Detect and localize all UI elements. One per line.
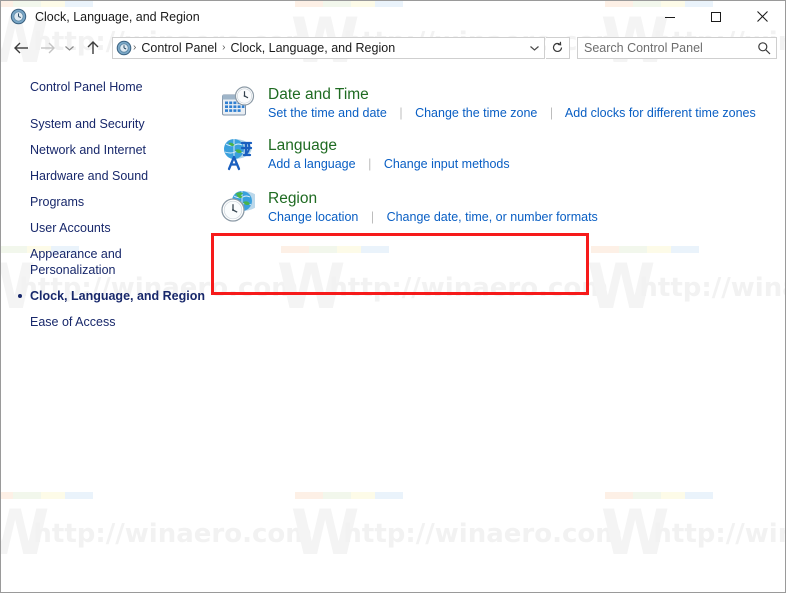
- maximize-button[interactable]: [693, 1, 739, 32]
- clock-globe-icon: [10, 8, 27, 25]
- back-button[interactable]: [8, 35, 34, 61]
- link-divider: |: [370, 210, 375, 224]
- refresh-button[interactable]: [546, 36, 570, 59]
- section-links: Set the time and date | Change the time …: [268, 105, 756, 122]
- section-body: Language Add a language | Change input m…: [268, 134, 510, 173]
- up-one-level-button[interactable]: [80, 35, 106, 61]
- up-arrow-icon: [87, 40, 99, 54]
- section-language: Language Add a language | Change input m…: [213, 134, 785, 173]
- sidebar-item-clock-language-and-region[interactable]: Clock, Language, and Region: [1, 288, 206, 304]
- close-button[interactable]: [739, 1, 785, 32]
- globe-language-icon: [224, 139, 253, 171]
- content-area: Control Panel Home System and Security N…: [1, 63, 785, 592]
- window-title: Clock, Language, and Region: [35, 9, 200, 24]
- sidebar-item-label: Appearance and Personalization: [30, 247, 122, 277]
- sidebar-item-appearance-and-personalization[interactable]: Appearance and Personalization: [1, 246, 180, 278]
- link-add-clocks-for-different-time-zones[interactable]: Add clocks for different time zones: [565, 106, 756, 120]
- section-links: Change location | Change date, time, or …: [268, 209, 598, 226]
- recent-locations-button[interactable]: [60, 35, 78, 61]
- link-change-the-time-zone[interactable]: Change the time zone: [415, 106, 537, 120]
- calendar-clock-icon: [222, 86, 255, 116]
- sidebar-item-label: User Accounts: [30, 221, 111, 235]
- chevron-down-icon: [64, 45, 74, 51]
- sidebar-item-system-and-security[interactable]: System and Security: [1, 116, 206, 132]
- section-title-language[interactable]: Language: [268, 136, 337, 155]
- sidebar-item-label[interactable]: Control Panel Home: [1, 79, 206, 95]
- refresh-icon: [552, 41, 563, 53]
- navigation-bar: › Control Panel › Clock, Language, and R…: [1, 32, 785, 63]
- address-dropdown-button[interactable]: [524, 38, 544, 58]
- sidebar-item-label: Clock, Language, and Region: [30, 289, 206, 303]
- link-add-a-language[interactable]: Add a language: [268, 157, 356, 171]
- link-change-location[interactable]: Change location: [268, 210, 358, 224]
- link-set-the-time-and-date[interactable]: Set the time and date: [268, 106, 387, 120]
- clock-globe-icon: [116, 40, 132, 55]
- sidebar-item-label: Network and Internet: [30, 143, 147, 157]
- section-body: Date and Time Set the time and date | Ch…: [268, 83, 756, 122]
- sidebar-item-network-and-internet[interactable]: Network and Internet: [1, 142, 206, 158]
- sidebar: Control Panel Home System and Security N…: [1, 63, 206, 340]
- chevron-down-icon: [529, 45, 539, 51]
- section-region: Region Change location | Change date, ti…: [213, 187, 785, 226]
- breadcrumb-clock-language-region[interactable]: Clock, Language, and Region: [226, 38, 399, 58]
- sidebar-items: System and Security Network and Internet…: [1, 116, 206, 330]
- sidebar-item-programs[interactable]: Programs: [1, 194, 206, 210]
- link-divider: |: [549, 106, 554, 120]
- link-divider: |: [399, 106, 403, 120]
- region-highlight-rectangle: [211, 233, 589, 295]
- current-item-bullet-icon: [18, 294, 22, 298]
- search-input[interactable]: [578, 38, 752, 57]
- forward-arrow-icon: [40, 42, 55, 53]
- control-panel-window: Whttp://winaero.comWhttp://winaero.comWh…: [0, 0, 786, 593]
- forward-button[interactable]: [34, 35, 60, 61]
- minimize-button[interactable]: [647, 1, 693, 32]
- address-bar[interactable]: › Control Panel › Clock, Language, and R…: [112, 36, 545, 59]
- link-divider: |: [368, 157, 372, 171]
- link-change-date-time-or-number-formats[interactable]: Change date, time, or number formats: [387, 210, 598, 224]
- sidebar-item-control-panel-home[interactable]: Control Panel Home: [1, 79, 206, 95]
- search-button[interactable]: [752, 38, 776, 58]
- main-panel: Date and Time Set the time and date | Ch…: [213, 63, 785, 226]
- section-title-date-and-time[interactable]: Date and Time: [268, 85, 369, 104]
- title-bar: Clock, Language, and Region: [1, 1, 785, 32]
- sidebar-item-label: System and Security: [30, 117, 145, 131]
- search-icon: [758, 41, 771, 54]
- close-icon: [756, 11, 768, 22]
- sidebar-item-hardware-and-sound[interactable]: Hardware and Sound: [1, 168, 206, 184]
- sidebar-item-label: Ease of Access: [30, 315, 116, 329]
- maximize-icon: [711, 11, 721, 22]
- section-body: Region Change location | Change date, ti…: [268, 187, 598, 226]
- link-change-input-methods[interactable]: Change input methods: [384, 157, 510, 171]
- sidebar-item-user-accounts[interactable]: User Accounts: [1, 220, 206, 236]
- section-links: Add a language | Change input methods: [268, 156, 510, 173]
- sidebar-item-ease-of-access[interactable]: Ease of Access: [1, 314, 206, 330]
- breadcrumb-control-panel[interactable]: Control Panel: [137, 38, 221, 58]
- sidebar-item-label: Hardware and Sound: [30, 169, 149, 183]
- section-date-and-time: Date and Time Set the time and date | Ch…: [213, 83, 785, 122]
- minimize-icon: [665, 16, 675, 18]
- section-title-region[interactable]: Region: [268, 189, 317, 208]
- caption-buttons: [647, 1, 785, 32]
- globe-clock-icon: [221, 191, 255, 222]
- sidebar-item-label: Programs: [30, 195, 85, 209]
- search-box[interactable]: [577, 36, 777, 59]
- back-arrow-icon: [13, 42, 28, 53]
